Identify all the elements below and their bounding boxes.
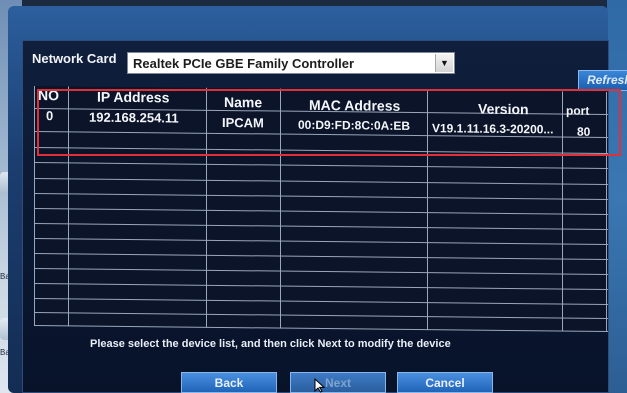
column-header-name[interactable]: Name: [224, 94, 262, 110]
cell-port: 80: [577, 124, 591, 139]
network-card-selected-value: Realtek PCIe GBE Family Controller: [133, 56, 355, 71]
cell-version: V19.1.11.16.3-20200...: [432, 121, 554, 137]
back-button[interactable]: Back: [181, 372, 277, 393]
column-header-version[interactable]: Version: [478, 101, 529, 118]
column-header-port[interactable]: port: [566, 104, 589, 118]
cell-ip-address: 192.168.254.11: [89, 109, 179, 126]
cell-name: IPCAM: [222, 114, 264, 131]
cancel-button[interactable]: Cancel: [397, 372, 493, 393]
instruction-text: Please select the device list, and then …: [90, 338, 451, 350]
refresh-button[interactable]: Refresh: [578, 70, 627, 91]
cell-no: 0: [46, 108, 54, 124]
column-header-no[interactable]: NO: [38, 87, 59, 103]
network-card-select[interactable]: Realtek PCIe GBE Family Controller ▼: [127, 52, 455, 74]
desktop-background-right: [607, 0, 627, 393]
next-button[interactable]: Next: [290, 372, 386, 393]
column-header-mac-address[interactable]: MAC Address: [309, 97, 400, 114]
chevron-down-icon: ▼: [440, 58, 449, 68]
cell-mac-address: 00:D9:FD:8C:0A:EB: [298, 117, 411, 133]
dropdown-arrow-button[interactable]: ▼: [435, 54, 453, 72]
column-header-ip-address[interactable]: IP Address: [97, 89, 169, 106]
device-list-table[interactable]: NO IP Address Name MAC Address Version p…: [34, 86, 608, 333]
mouse-cursor-icon: [314, 378, 326, 393]
network-card-label: Network Card: [32, 51, 117, 66]
